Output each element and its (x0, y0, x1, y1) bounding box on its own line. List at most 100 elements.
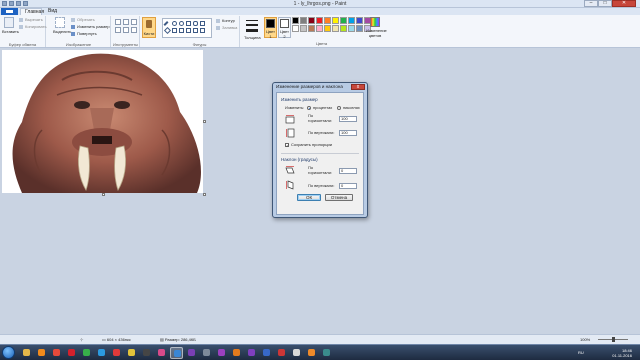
taskbar-app-orange2[interactable] (305, 347, 318, 359)
start-button[interactable] (2, 346, 15, 359)
taskbar-explorer[interactable] (20, 347, 33, 359)
taskbar-app-purple2[interactable] (245, 347, 258, 359)
taskbar-app-violet[interactable] (215, 347, 228, 359)
close-button[interactable]: ✕ (612, 0, 636, 7)
resize-handle-bottom[interactable] (102, 193, 105, 196)
palette-swatch[interactable] (316, 17, 323, 24)
taskbar-app-red2[interactable] (275, 347, 288, 359)
curve-shape-icon[interactable] (172, 21, 177, 26)
magnifier-icon[interactable] (131, 27, 137, 33)
taskbar-app-gray[interactable] (200, 347, 213, 359)
select-button[interactable]: Выделить (53, 17, 71, 34)
taskbar-app-yellow[interactable] (125, 347, 138, 359)
star-shape-icon[interactable] (200, 28, 205, 33)
resize-handle-right[interactable] (203, 120, 206, 123)
taskbar-chrome[interactable] (50, 347, 63, 359)
cancel-button[interactable]: Отмена (325, 194, 353, 201)
taskbar-app-green[interactable] (80, 347, 93, 359)
outline-icon (216, 18, 220, 23)
taskbar-app-white[interactable] (290, 347, 303, 359)
zoom-knob[interactable] (612, 337, 615, 342)
diamond-shape-icon[interactable] (163, 26, 172, 35)
hexagon-shape-icon[interactable] (179, 28, 184, 33)
keep-ratio-checkbox[interactable]: ✓ (285, 143, 289, 148)
pentagon-shape-icon[interactable] (172, 28, 177, 33)
palette-swatch[interactable] (324, 17, 331, 24)
pixels-radio[interactable] (337, 106, 341, 110)
taskbar-app-red[interactable] (110, 347, 123, 359)
taskbar-paint[interactable] (170, 347, 183, 359)
language-indicator[interactable]: RU (578, 350, 584, 355)
palette-swatch[interactable] (292, 17, 299, 24)
palette-swatch[interactable] (332, 25, 339, 32)
palette-swatch[interactable] (356, 17, 363, 24)
size-button[interactable]: Толщина (244, 17, 261, 40)
keep-ratio-label: Сохранить пропорции (291, 142, 332, 147)
color1-button[interactable]: Цвет 1 (264, 17, 277, 39)
skew-vertical-input[interactable]: 0 (339, 183, 357, 189)
fill-button[interactable]: Заливка (216, 25, 237, 31)
oval-shape-icon[interactable] (179, 21, 184, 26)
taskbar-app-teal[interactable] (320, 347, 333, 359)
vertical-input[interactable]: 100 (339, 130, 357, 136)
paste-button[interactable]: Вставить (2, 17, 19, 34)
outline-button[interactable]: Контур (216, 18, 235, 24)
rotate-button[interactable]: Повернуть (71, 31, 97, 37)
palette-swatch[interactable] (292, 25, 299, 32)
palette-swatch[interactable] (348, 17, 355, 24)
resize-handle-corner[interactable] (203, 193, 206, 196)
palette-swatch[interactable] (324, 25, 331, 32)
palette-swatch[interactable] (300, 25, 307, 32)
dialog-close-button[interactable]: x (351, 84, 365, 90)
palette-swatch[interactable] (308, 25, 315, 32)
arrow-left-shape-icon[interactable] (193, 28, 198, 33)
copy-button[interactable]: Копировать (19, 24, 47, 30)
palette-swatch[interactable] (340, 17, 347, 24)
clock[interactable]: 18:46 01.11.2016 (612, 348, 632, 358)
percent-radio[interactable] (307, 106, 311, 110)
skew-horizontal-input[interactable]: 0 (339, 168, 357, 174)
palette-swatch[interactable] (300, 17, 307, 24)
tab-home[interactable]: Главная (20, 8, 44, 15)
text-icon[interactable] (131, 19, 137, 25)
minimize-button[interactable]: – (584, 0, 598, 7)
ok-button[interactable]: ОК (297, 194, 321, 201)
palette-swatch[interactable] (316, 25, 323, 32)
resize-button[interactable]: Изменить размер (71, 24, 110, 30)
cut-button[interactable]: Вырезать (19, 17, 43, 23)
horizontal-input[interactable]: 100 (339, 116, 357, 122)
color-picker-icon[interactable] (123, 27, 129, 33)
maximize-button[interactable]: □ (598, 0, 612, 7)
taskbar-app-pink[interactable] (155, 347, 168, 359)
brushes-button[interactable]: Кисти (142, 17, 156, 38)
crop-button[interactable]: Обрезать (71, 17, 95, 23)
fill-bucket-icon[interactable] (123, 19, 129, 25)
taskbar-app-orange[interactable] (230, 347, 243, 359)
palette-swatch[interactable] (340, 25, 347, 32)
taskbar-app-blue[interactable] (260, 347, 273, 359)
image-dimensions: ▭ 604 × 436пкс (102, 337, 131, 342)
rounded-rectangle-shape-icon[interactable] (193, 21, 198, 26)
edit-colors-button[interactable]: Изменение цветов (366, 17, 387, 39)
palette-swatch[interactable] (332, 17, 339, 24)
eraser-icon[interactable] (115, 27, 121, 33)
taskbar-opera[interactable] (65, 347, 78, 359)
horizontal-skew-icon (285, 165, 295, 175)
palette-swatch[interactable] (348, 25, 355, 32)
polygon-shape-icon[interactable] (200, 21, 205, 26)
color2-button[interactable]: Цвет 2 (278, 17, 291, 39)
tab-file[interactable] (1, 8, 18, 15)
palette-swatch[interactable] (308, 17, 315, 24)
taskbar-media-player[interactable] (35, 347, 48, 359)
rectangle-shape-icon[interactable] (186, 21, 191, 26)
zoom-slider[interactable] (594, 337, 632, 342)
tab-view[interactable]: Вид (44, 8, 61, 15)
palette-swatch[interactable] (356, 25, 363, 32)
arrow-right-shape-icon[interactable] (186, 28, 191, 33)
line-shape-icon[interactable] (163, 21, 169, 26)
pencil-icon[interactable] (115, 19, 121, 25)
taskbar-app-dark[interactable] (140, 347, 153, 359)
taskbar-app-purple[interactable] (185, 347, 198, 359)
taskbar-app-skype[interactable] (95, 347, 108, 359)
canvas-image[interactable] (2, 50, 203, 193)
